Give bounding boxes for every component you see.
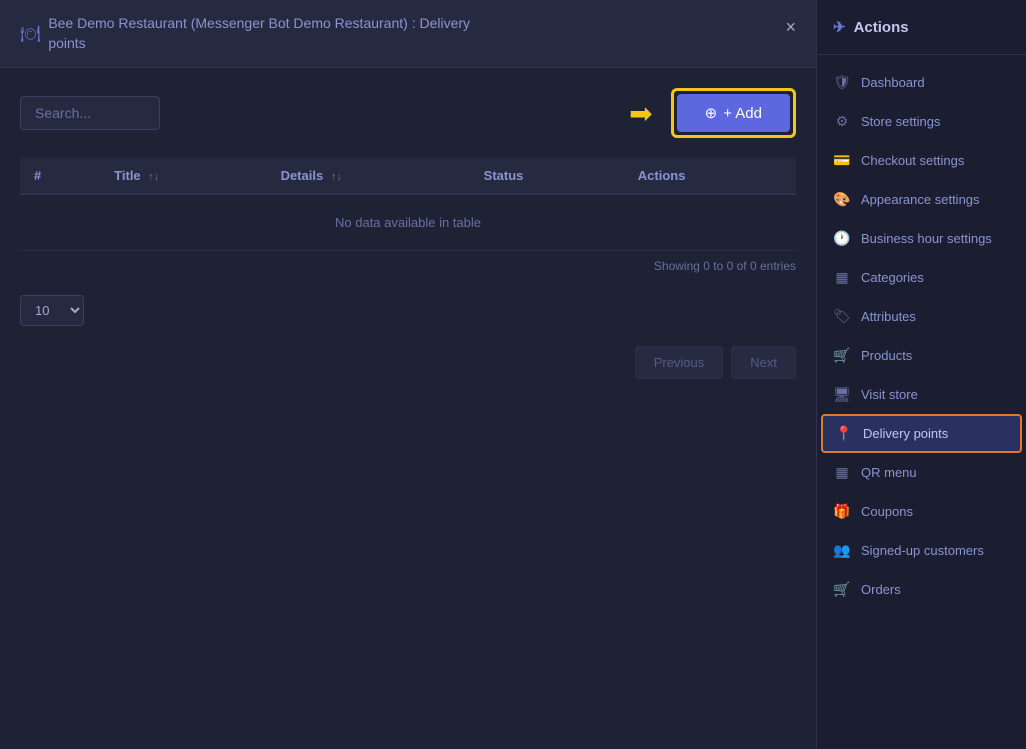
sidebar-item-store-settings[interactable]: ⚙ Store settings (817, 102, 1026, 141)
sidebar-item-label: Categories (861, 270, 924, 285)
store-settings-icon: ⚙ (833, 113, 851, 130)
orders-icon: 🛒 (833, 581, 851, 598)
sidebar-item-label: Signed-up customers (861, 543, 984, 558)
add-button-highlight: ⊕ + Add (671, 88, 796, 138)
sidebar-item-label: Coupons (861, 504, 913, 519)
sidebar-item-visit-store[interactable]: 🖥 Visit store (817, 375, 1026, 414)
appearance-icon: 🎨 (833, 191, 851, 208)
sidebar-item-attributes[interactable]: 🏷 Attributes (817, 297, 1026, 336)
qr-menu-icon: ▦ (833, 464, 851, 481)
sidebar-item-business-hour-settings[interactable]: 🕐 Business hour settings (817, 219, 1026, 258)
content-body: ➡ ⊕ + Add # Title ↑↓ (0, 68, 816, 749)
sidebar-item-dashboard[interactable]: 🛡 Dashboard (817, 63, 1026, 102)
sidebar-item-coupons[interactable]: 🎁 Coupons (817, 492, 1026, 531)
plus-icon: ⊕ (705, 104, 718, 122)
categories-icon: ▦ (833, 269, 851, 286)
page-header: 🍽 Bee Demo Restaurant (Messenger Bot Dem… (0, 0, 816, 68)
sidebar-item-label: Attributes (861, 309, 916, 324)
sidebar-item-label: Delivery points (863, 426, 948, 441)
col-title[interactable]: Title ↑↓ (100, 158, 266, 194)
next-button[interactable]: Next (731, 346, 796, 379)
no-data-message: No data available in table (20, 194, 796, 251)
sidebar-item-label: Orders (861, 582, 901, 597)
sidebar-item-products[interactable]: 🛒 Products (817, 336, 1026, 375)
arrow-indicator: ➡ (629, 97, 652, 130)
products-icon: 🛒 (833, 347, 851, 364)
sidebar-item-label: Products (861, 348, 912, 363)
sidebar-nav: 🛡 Dashboard ⚙ Store settings 💳 Checkout … (817, 55, 1026, 749)
actions-icon: ✈ (833, 18, 846, 36)
sidebar-item-label: QR menu (861, 465, 917, 480)
pagination: Previous Next (20, 346, 796, 379)
sidebar-item-label: Dashboard (861, 75, 925, 90)
add-button[interactable]: ⊕ + Add (677, 94, 790, 132)
sidebar-item-checkout-settings[interactable]: 💳 Checkout settings (817, 141, 1026, 180)
checkout-icon: 💳 (833, 152, 851, 169)
sidebar-item-label: Store settings (861, 114, 941, 129)
attributes-icon: 🏷 (833, 308, 851, 325)
sidebar: ✈ Actions 🛡 Dashboard ⚙ Store settings 💳… (816, 0, 1026, 749)
sort-arrows-details: ↑↓ (331, 171, 342, 183)
restaurant-icon: 🍽 (20, 24, 40, 44)
sidebar-item-label: Appearance settings (861, 192, 980, 207)
search-input[interactable] (20, 96, 160, 130)
delivery-points-icon: 📍 (835, 425, 853, 442)
page-title: Bee Demo Restaurant (Messenger Bot Demo … (48, 14, 470, 53)
entries-info: Showing 0 to 0 of 0 entries (20, 259, 796, 273)
sort-arrows-title: ↑↓ (148, 171, 159, 183)
sidebar-item-delivery-points[interactable]: 📍 Delivery points (821, 414, 1022, 453)
sidebar-header: ✈ Actions (817, 0, 1026, 55)
sidebar-header-label: Actions (854, 19, 909, 36)
visit-store-icon: 🖥 (833, 386, 851, 403)
sidebar-item-appearance-settings[interactable]: 🎨 Appearance settings (817, 180, 1026, 219)
customers-icon: 👥 (833, 542, 851, 559)
table-header-row: # Title ↑↓ Details ↑↓ Status Actions (20, 158, 796, 194)
prev-button[interactable]: Previous (635, 346, 724, 379)
business-hours-icon: 🕐 (833, 230, 851, 247)
per-page-select[interactable]: 10 25 50 100 (20, 295, 84, 326)
sidebar-item-signed-up-customers[interactable]: 👥 Signed-up customers (817, 531, 1026, 570)
sidebar-item-qr-menu[interactable]: ▦ QR menu (817, 453, 1026, 492)
sidebar-item-categories[interactable]: ▦ Categories (817, 258, 1026, 297)
sidebar-item-label: Checkout settings (861, 153, 964, 168)
sidebar-item-orders[interactable]: 🛒 Orders (817, 570, 1026, 609)
col-details[interactable]: Details ↑↓ (267, 158, 470, 194)
data-table: # Title ↑↓ Details ↑↓ Status Actions No … (20, 158, 796, 251)
col-number: # (20, 158, 100, 194)
dashboard-icon: 🛡 (833, 74, 851, 91)
sidebar-item-label: Business hour settings (861, 231, 992, 246)
toolbar: ➡ ⊕ + Add (20, 88, 796, 138)
sidebar-item-label: Visit store (861, 387, 918, 402)
col-actions: Actions (624, 158, 796, 194)
main-content: 🍽 Bee Demo Restaurant (Messenger Bot Dem… (0, 0, 816, 749)
coupons-icon: 🎁 (833, 503, 851, 520)
no-data-row: No data available in table (20, 194, 796, 251)
close-button[interactable]: × (785, 18, 796, 36)
col-status: Status (470, 158, 624, 194)
